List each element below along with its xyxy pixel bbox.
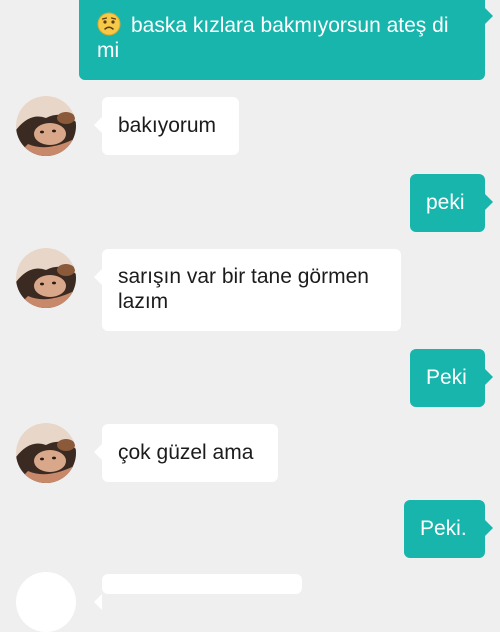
message-text: bakıyorum	[118, 114, 217, 137]
message-text: çok güzel ama	[118, 441, 254, 464]
incoming-message[interactable]	[94, 574, 302, 610]
contact-avatar[interactable]	[16, 248, 76, 308]
message-text: baska kızlara bakmıyorsun ateş di mi	[97, 14, 449, 62]
outgoing-message[interactable]: Peki	[410, 349, 493, 407]
chat-thread[interactable]: baska kızlara bakmıyorsun ateş di mi bak…	[0, 0, 500, 632]
worried-face-emoji-icon	[97, 12, 121, 36]
incoming-message[interactable]: çok güzel ama	[94, 424, 278, 482]
incoming-message[interactable]: sarışın var bir tane görmen lazım	[94, 249, 401, 331]
contact-avatar[interactable]	[16, 423, 76, 483]
outgoing-message[interactable]: Peki.	[404, 500, 493, 558]
message-text: Peki	[426, 366, 467, 389]
message-text: Peki.	[420, 517, 467, 540]
contact-avatar[interactable]	[16, 572, 76, 632]
contact-avatar[interactable]	[16, 96, 76, 156]
outgoing-message[interactable]: baska kızlara bakmıyorsun ateş di mi	[79, 0, 493, 80]
message-text: peki	[426, 191, 465, 214]
message-text: sarışın var bir tane görmen lazım	[118, 265, 369, 313]
incoming-message[interactable]: bakıyorum	[94, 97, 239, 155]
outgoing-message[interactable]: peki	[410, 174, 493, 232]
